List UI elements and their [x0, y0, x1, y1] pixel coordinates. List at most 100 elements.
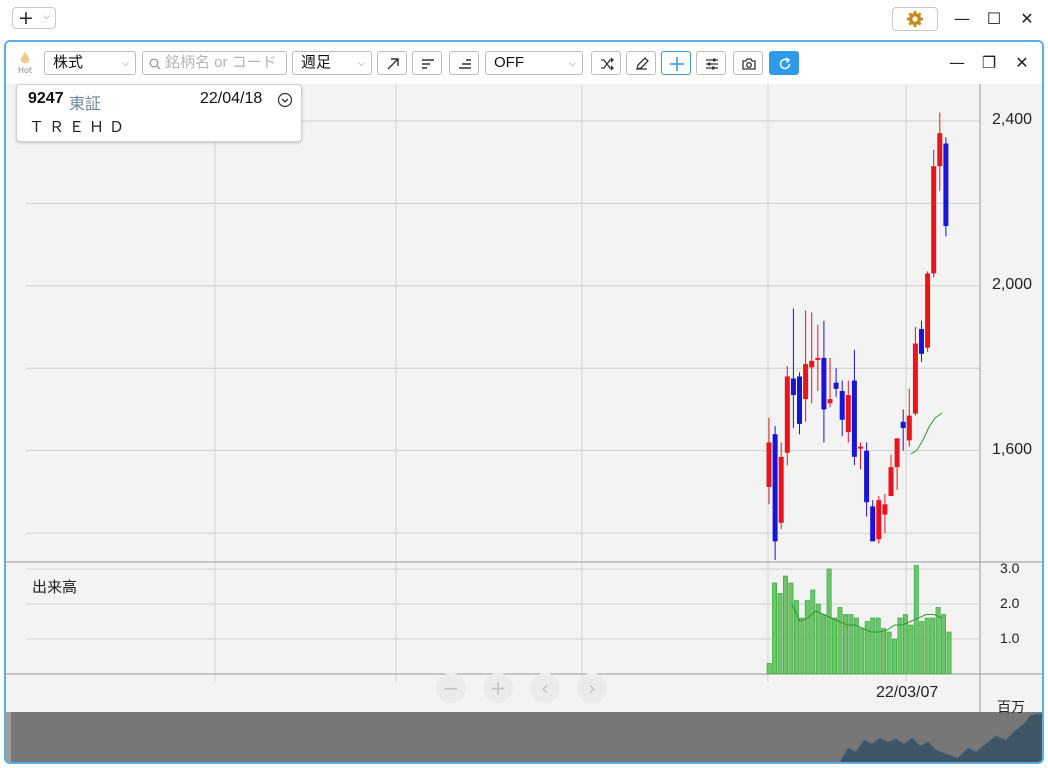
volume-bar: [788, 582, 794, 675]
chevron-down-icon: ⌵: [122, 58, 129, 68]
volume-bar: [848, 614, 854, 675]
window-maximize-button[interactable]: ☐: [983, 8, 1005, 30]
candle-body: [809, 360, 815, 368]
volume-bar: [875, 617, 881, 675]
hot-button[interactable]: Hot: [14, 50, 34, 76]
volume-bar: [908, 624, 914, 675]
bar-date: 22/04/18: [200, 90, 263, 107]
flame-icon: [20, 51, 30, 64]
plus-icon: +: [18, 7, 34, 29]
align-right-button[interactable]: [449, 51, 479, 75]
symbol-info-box: 9247 東証 22/04/18 ＴＲＥＨＤ: [16, 84, 302, 142]
search-placeholder: 銘柄名 or コード: [165, 54, 277, 71]
chart-area[interactable]: 2,400 2,000 1,600 3.0 2.0 1.0 出来高 百万 22/03/0…: [6, 84, 1042, 764]
shuffle-button[interactable]: [591, 51, 621, 75]
volume-bar: [859, 628, 865, 675]
volume-bar: [772, 582, 778, 675]
candle-body: [790, 378, 796, 396]
zoom-in-button[interactable]: +: [483, 673, 513, 703]
plus-icon: +: [489, 676, 507, 700]
candle-body: [803, 364, 809, 400]
symbol-code: 9247: [28, 90, 64, 107]
volume-bar: [924, 617, 930, 675]
candle-body: [833, 382, 839, 389]
period-select[interactable]: 週足 ⌵: [292, 51, 372, 75]
panel-restore-button[interactable]: ❐: [978, 52, 1000, 74]
crosshair-button[interactable]: [661, 51, 691, 75]
volume-bar: [886, 631, 892, 675]
chevron-down-icon: ⌵: [569, 58, 576, 68]
window-top-bar: + ⌵ — ☐ ✕: [0, 0, 1048, 38]
volume-bar: [815, 603, 821, 675]
candle-body: [778, 456, 784, 523]
volume-bar: [870, 617, 876, 675]
market-select[interactable]: 株式 ⌵: [44, 51, 136, 75]
volume-bar: [941, 614, 947, 675]
candle-body: [919, 329, 924, 354]
volume-bar: [777, 593, 783, 675]
zoom-out-button[interactable]: −: [436, 673, 466, 703]
minus-icon: −: [442, 676, 460, 700]
chevron-circle-icon[interactable]: [277, 92, 293, 108]
gear-icon: [907, 11, 923, 27]
scroll-right-button[interactable]: ›: [577, 673, 607, 703]
candle-body: [882, 504, 888, 515]
x-axis-date-label: 22/03/07: [876, 684, 939, 701]
volume-bar: [832, 617, 838, 675]
add-chart-button[interactable]: + ⌵: [12, 7, 56, 29]
lines-right-icon: [459, 59, 471, 69]
chevron-down-icon: ⌵: [43, 12, 50, 22]
price-tick-label: 1,600: [992, 440, 1033, 458]
chart-settings-button[interactable]: [696, 51, 726, 75]
candle-body: [772, 434, 778, 542]
volume-tick-label: 3.0: [1000, 560, 1020, 576]
indicator-select-value: OFF: [494, 54, 524, 71]
indicator-select[interactable]: OFF ⌵: [485, 51, 583, 75]
candle-body: [870, 506, 876, 542]
volume-bar: [897, 617, 903, 675]
exchange-label: 東証: [69, 96, 102, 113]
candle-body: [851, 380, 857, 457]
candle-body: [906, 415, 912, 441]
candle-body: [925, 273, 931, 348]
chevron-down-icon: ⌵: [358, 58, 365, 68]
volume-bar: [881, 628, 887, 675]
align-left-button[interactable]: [412, 51, 442, 75]
search-icon: [149, 58, 161, 70]
volume-bar: [946, 631, 952, 675]
volume-bar: [821, 614, 827, 675]
candlestick-chart[interactable]: [6, 84, 1042, 764]
trendline-button[interactable]: [377, 51, 407, 75]
candle-body: [894, 438, 900, 468]
candle-body: [943, 143, 949, 226]
panel-minimize-button[interactable]: —: [946, 52, 968, 74]
settings-button[interactable]: [892, 7, 938, 31]
volume-bar: [837, 607, 843, 675]
symbol-search-input[interactable]: 銘柄名 or コード: [142, 51, 287, 75]
window-close-button[interactable]: ✕: [1016, 8, 1038, 30]
candle-body: [797, 376, 802, 424]
volume-bar: [892, 638, 897, 675]
candle-body: [845, 395, 851, 433]
refresh-button[interactable]: [769, 51, 799, 75]
market-select-value: 株式: [53, 54, 84, 71]
volume-bar: [919, 621, 925, 675]
volume-pane-label: 出来高: [32, 579, 78, 596]
candle-body: [784, 376, 790, 453]
navigator-left-handle: [6, 712, 11, 762]
chart-toolbar: Hot 株式 ⌵ 銘柄名 or コード 週足 ⌵ OFF ⌵ — ❐ ✕: [6, 42, 1042, 84]
volume-bar: [804, 600, 810, 675]
volume-tick-label: 2.0: [1000, 595, 1020, 611]
volume-unit-label: 百万: [997, 699, 1025, 715]
candle-body: [912, 343, 918, 414]
screenshot-button[interactable]: [733, 51, 763, 75]
chevron-left-icon: ‹: [541, 676, 549, 700]
volume-bar: [783, 575, 788, 675]
candle-body: [931, 166, 937, 274]
window-minimize-button[interactable]: —: [951, 8, 973, 30]
scroll-left-button[interactable]: ‹: [530, 673, 560, 703]
lines-left-icon: [422, 59, 434, 69]
panel-close-button[interactable]: ✕: [1011, 52, 1033, 74]
draw-button[interactable]: [626, 51, 656, 75]
hot-label: Hot: [17, 66, 33, 75]
